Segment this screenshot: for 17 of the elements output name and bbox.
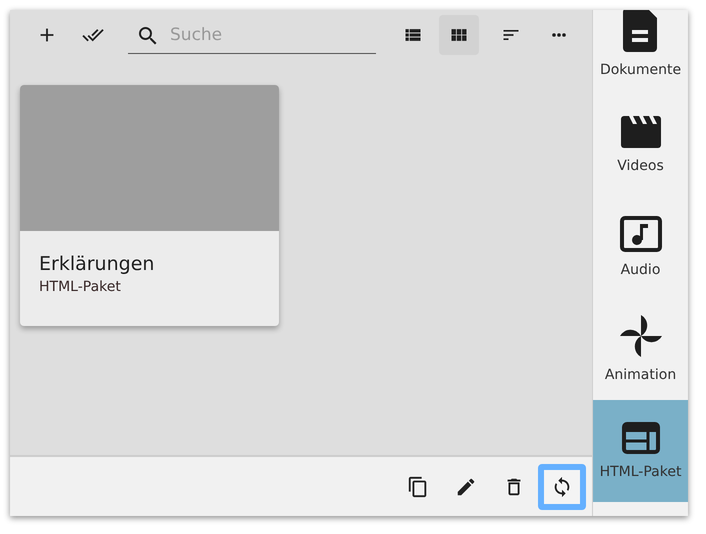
clapperboard-icon xyxy=(620,116,660,148)
pencil-icon xyxy=(455,476,477,498)
sidebar-item[interactable]: Audio xyxy=(593,196,688,298)
item-card[interactable]: Erklärungen HTML-Paket xyxy=(20,85,279,326)
more-icon xyxy=(552,33,566,37)
web-layout-icon xyxy=(622,422,660,454)
copy-icon xyxy=(407,476,429,498)
music-note-icon xyxy=(620,216,662,252)
grid-view-button[interactable] xyxy=(439,15,479,55)
sidebar-item[interactable]: Animation xyxy=(593,298,688,400)
pinwheel-icon xyxy=(620,315,662,357)
card-type: HTML-Paket xyxy=(39,279,122,295)
card-title: Erklärungen xyxy=(39,253,156,275)
sidebar-item[interactable]: HTML-Paket xyxy=(593,400,688,502)
sidebar-item[interactable]: Videos xyxy=(593,94,688,196)
sync-button[interactable] xyxy=(538,464,586,510)
sidebar-item[interactable]: Dokumente xyxy=(593,10,688,94)
